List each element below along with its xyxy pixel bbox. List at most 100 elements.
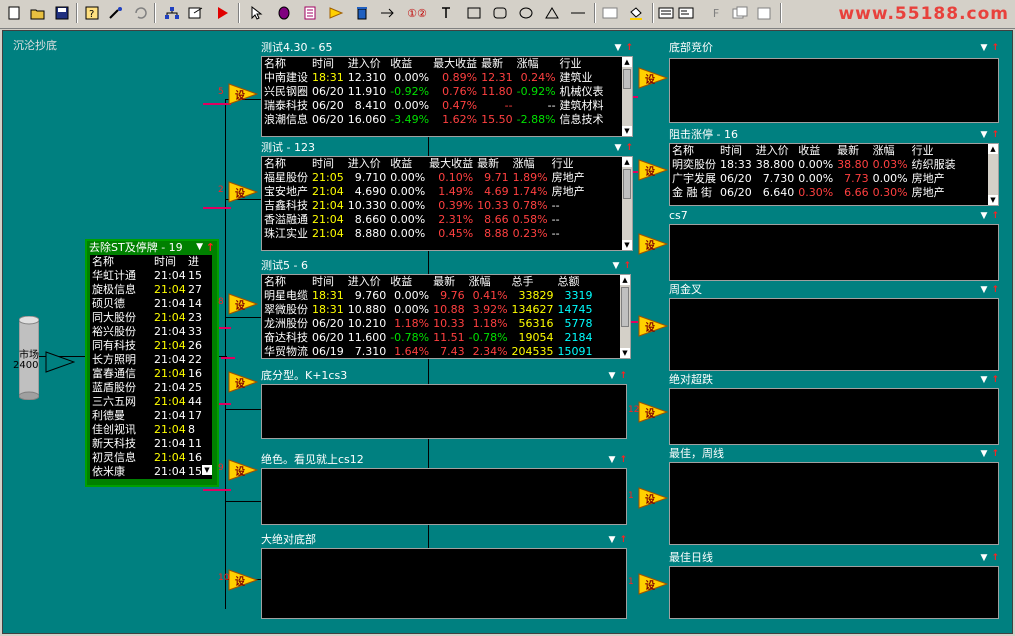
scroll-down-icon[interactable]: ▼ xyxy=(622,240,632,250)
col-header[interactable]: 进入价 xyxy=(345,57,389,71)
table-row[interactable]: 广宇发展 06/20 7.730 0.00% 7.73 0.00% 房地产 xyxy=(670,172,958,186)
col-header[interactable]: 名称 xyxy=(262,157,310,171)
panel-bottom-type[interactable]: 底分型。K+1cs3 ▼ ↑ xyxy=(261,369,627,439)
col-header[interactable]: 进入价 xyxy=(345,275,389,289)
f-tool-icon[interactable]: F xyxy=(706,3,726,23)
table-row[interactable]: 华贸物流 06/19 7.310 1.64% 7.43 2.34% 204535 15091 xyxy=(262,345,595,358)
col-header[interactable]: 收益 xyxy=(388,157,428,171)
circle-12-icon[interactable]: ①② xyxy=(404,3,430,23)
move-up-icon[interactable]: ↑ xyxy=(619,535,627,545)
text-tool-icon[interactable] xyxy=(436,3,456,23)
filter-node[interactable]: 设 xyxy=(638,159,668,181)
move-up-icon[interactable]: ↑ xyxy=(619,455,627,465)
scroll-down-icon[interactable]: ▼ xyxy=(202,465,212,475)
line-tool-icon[interactable] xyxy=(568,3,588,23)
window-icon[interactable] xyxy=(600,3,620,23)
dropdown-icon[interactable]: ▼ xyxy=(613,261,620,271)
new-icon[interactable] xyxy=(4,3,24,23)
col-header[interactable]: 最新 xyxy=(431,275,467,289)
undo-icon[interactable] xyxy=(130,3,150,23)
panel-jue-se[interactable]: 绝色。看见就上cs12 ▼ ↑ xyxy=(261,453,627,525)
col-header[interactable]: 名称 xyxy=(670,144,718,158)
list-tool-icon[interactable] xyxy=(656,3,676,23)
move-up-icon[interactable]: ↑ xyxy=(991,130,999,140)
panel-zui-jia-ri[interactable]: 最佳日线 ▼ ↑ xyxy=(669,551,999,619)
save-icon[interactable] xyxy=(52,3,72,23)
table-row[interactable]: 福星股份 21:05 9.710 0.00% 0.10% 9.71 1.89% 房地产 xyxy=(262,171,587,185)
table-row[interactable]: 佳创视讯 21:04 8 xyxy=(90,423,202,437)
dropdown-icon[interactable]: ▼ xyxy=(981,285,988,295)
run-icon[interactable] xyxy=(212,3,232,23)
market-source-node[interactable]: 市场 2400 xyxy=(13,315,40,401)
col-header[interactable]: 最大收益 xyxy=(431,57,480,71)
table-row[interactable]: 裕兴股份 21:04 33 xyxy=(90,325,202,339)
roundrect-tool-icon[interactable] xyxy=(490,3,510,23)
pointer-icon[interactable] xyxy=(246,3,266,23)
move-up-icon[interactable]: ↑ xyxy=(619,371,627,381)
col-header[interactable]: 最新 xyxy=(835,144,871,158)
list-node-icon[interactable] xyxy=(300,3,320,23)
col-header[interactable]: 收益 xyxy=(388,57,432,71)
filter-node[interactable]: 设2 xyxy=(218,181,258,203)
table-row[interactable]: 兴民钢圈 06/20 11.910 -0.92% 0.76% 11.80 -0.92% 机械仪… xyxy=(262,85,606,99)
scrollbar[interactable]: ▲ ▼ xyxy=(622,57,632,136)
arrow-tool-icon[interactable] xyxy=(378,3,398,23)
table-row[interactable]: 新天科技 21:04 11 xyxy=(90,437,202,451)
table-row[interactable]: 珠江实业 21:04 8.880 0.00% 0.45% 8.88 0.23% -- xyxy=(262,227,587,241)
scroll-thumb[interactable] xyxy=(623,69,631,89)
dropdown-icon[interactable]: ▼ xyxy=(609,535,616,545)
filter-node[interactable]: 设 12 xyxy=(628,401,668,423)
strategy-canvas[interactable]: 沉沦抄底 市场 2400 去除ST及停牌 - 19 ▼ ↑ 名称 时间 进 华虹… xyxy=(2,30,1013,634)
move-up-icon[interactable]: ↑ xyxy=(991,285,999,295)
table-row[interactable]: 长方照明 21:04 22 xyxy=(90,353,202,367)
dropdown-icon[interactable]: ▼ xyxy=(609,371,616,381)
panel-test430[interactable]: 测试4.30 - 65 ▼ ↑ 名称 时间 进入价 收益 最大收益 最新 涨幅 行业 中南建设 18… xyxy=(261,41,633,137)
filter-node[interactable]: 设1 xyxy=(628,487,668,509)
table-row[interactable]: 同大股份 21:04 23 xyxy=(90,311,202,325)
panel-zu-ji[interactable]: 阻击涨停 - 16 ▼ ↑ 名称 时间 进入价 收益 最新 涨幅 行业 明奕股份 18:33 38.… xyxy=(669,128,999,206)
col-header[interactable]: 时间 xyxy=(310,57,346,71)
scroll-down-icon[interactable]: ▼ xyxy=(620,348,630,358)
form-tool-icon[interactable] xyxy=(676,3,696,23)
open-icon[interactable] xyxy=(28,3,48,23)
col-header[interactable]: 最新 xyxy=(475,157,511,171)
move-up-icon[interactable]: ↑ xyxy=(991,449,999,459)
scrollbar[interactable]: ▲ ▼ xyxy=(622,157,632,250)
table-row[interactable]: 利德曼 21:04 17 xyxy=(90,409,202,423)
panel-test5[interactable]: 测试5 - 6 ▼ ↑ 名称 时间 进入价 收益 最新 涨幅 总手 总额 明星电缆 18:31 9.7… xyxy=(261,259,631,359)
filter-node[interactable]: 设5 xyxy=(218,83,258,105)
panel-jue-dui-chao-die[interactable]: 绝对超跌 ▼ ↑ xyxy=(669,373,999,445)
table-row[interactable]: 翠微股份 18:31 10.880 0.00% 10.88 3.92% 134627 1474… xyxy=(262,303,595,317)
dropdown-icon[interactable]: ▼ xyxy=(981,375,988,385)
scroll-up-icon[interactable]: ▲ xyxy=(620,275,630,285)
table-row[interactable]: 富春通信 21:04 16 xyxy=(90,367,202,381)
panel-da-jue-dui[interactable]: 大绝对底部 ▼ ↑ xyxy=(261,533,627,619)
table-row[interactable]: 旋极信息 21:04 27 xyxy=(90,283,202,297)
dropdown-icon[interactable]: ▼ xyxy=(981,130,988,140)
rect-tool-icon[interactable] xyxy=(464,3,484,23)
move-up-icon[interactable]: ↑ xyxy=(625,143,633,153)
filter-node[interactable] xyxy=(45,351,75,373)
filter-node[interactable]: 设 xyxy=(228,371,258,393)
scroll-thumb[interactable] xyxy=(621,287,629,327)
copy-tool-icon[interactable] xyxy=(730,3,750,23)
filter-node[interactable]: 设9 xyxy=(218,459,258,481)
scroll-thumb[interactable] xyxy=(623,169,631,199)
help-icon[interactable]: ? xyxy=(82,3,102,23)
filter-node[interactable]: 设 xyxy=(638,233,668,255)
table-row[interactable]: 金 融 街 06/20 6.640 0.30% 6.66 0.30% 房地产 xyxy=(670,186,958,200)
col-header[interactable]: 行业 xyxy=(549,157,587,171)
move-up-icon[interactable]: ↑ xyxy=(991,375,999,385)
filter-node[interactable]: 设8 xyxy=(218,293,258,315)
dropdown-icon[interactable]: ▼ xyxy=(609,455,616,465)
table-row[interactable]: 硕贝德 21:04 14 xyxy=(90,297,202,311)
scrollbar[interactable]: ▲ ▼ xyxy=(620,275,630,358)
dropdown-icon[interactable]: ▼ xyxy=(615,43,622,53)
table-row[interactable]: 同有科技 21:04 26 xyxy=(90,339,202,353)
table-row[interactable]: 吉鑫科技 21:04 10.330 0.00% 0.39% 10.33 0.78% -- xyxy=(262,199,587,213)
table-row[interactable]: 三六五网 21:04 44 xyxy=(90,395,202,409)
dropdown-icon[interactable]: ▼ xyxy=(981,43,988,53)
table-row[interactable]: 奋达科技 06/20 11.600 -0.78% 11.51 -0.78% 19054 218… xyxy=(262,331,595,345)
col-header[interactable]: 行业 xyxy=(909,144,958,158)
panel-zui-jia-zhou[interactable]: 最佳，周线 ▼ ↑ xyxy=(669,447,999,545)
